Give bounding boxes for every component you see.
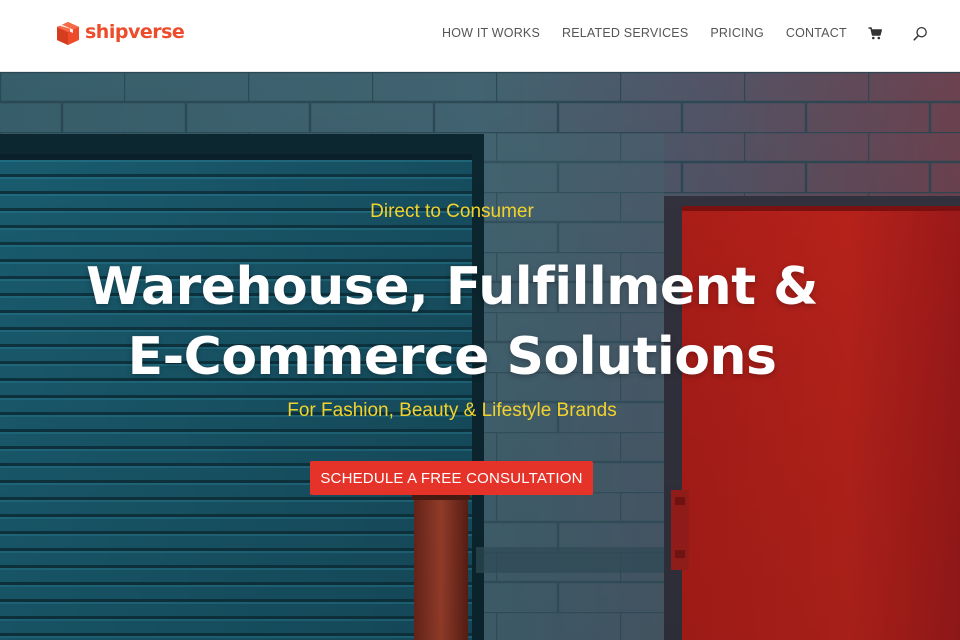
hero-headline-line-1: Warehouse, Fulfillment &: [86, 257, 819, 317]
nav-pricing[interactable]: PRICING: [710, 26, 764, 40]
box-icon: [57, 22, 79, 45]
site-header: shipverse HOW IT WORKS RELATED SERVICES …: [0, 0, 960, 72]
hero-section: Direct to Consumer Warehouse, Fulfillmen…: [0, 72, 960, 640]
hero-headline: Warehouse, Fulfillment & E-Commerce Solu…: [0, 252, 904, 392]
brand-name: shipverse: [85, 21, 185, 43]
schedule-consultation-button[interactable]: SCHEDULE A FREE CONSULTATION: [310, 461, 593, 495]
hero-headline-line-2: E-Commerce Solutions: [127, 327, 777, 387]
nav-contact[interactable]: CONTACT: [786, 26, 847, 40]
cart-icon[interactable]: [867, 25, 883, 41]
hero-eyebrow: Direct to Consumer: [370, 201, 534, 222]
search-icon[interactable]: [913, 25, 929, 41]
hero-subline: For Fashion, Beauty & Lifestyle Brands: [287, 400, 617, 421]
hero-content: Direct to Consumer Warehouse, Fulfillmen…: [0, 72, 904, 640]
nav-how-it-works[interactable]: HOW IT WORKS: [442, 26, 540, 40]
main-nav: HOW IT WORKS RELATED SERVICES PRICING CO…: [442, 24, 929, 42]
nav-related-services[interactable]: RELATED SERVICES: [562, 26, 688, 40]
brand-logo[interactable]: shipverse: [54, 18, 185, 46]
